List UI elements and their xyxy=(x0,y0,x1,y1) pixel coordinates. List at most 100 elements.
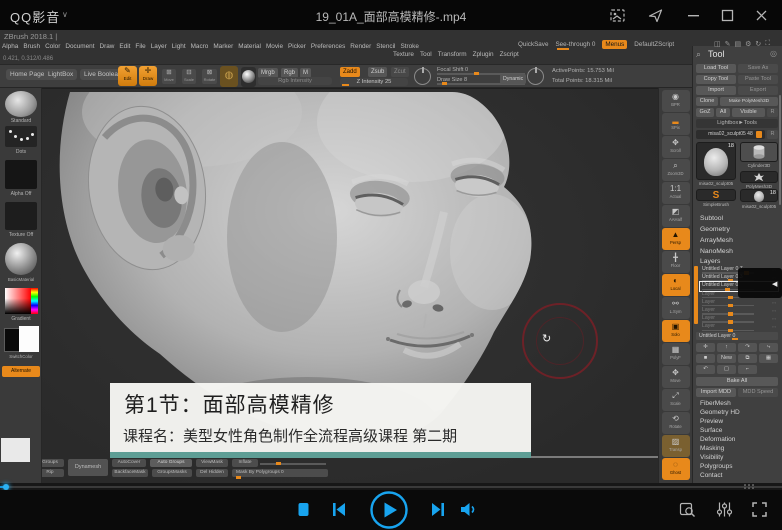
current-color-patch[interactable] xyxy=(1,438,30,462)
layer-action-button[interactable]: ↷ xyxy=(738,343,757,352)
move-button[interactable]: ⊞Move xyxy=(162,69,176,84)
menu-item[interactable]: Alpha xyxy=(2,43,18,50)
layer-action-button[interactable]: ⌐ xyxy=(738,365,757,374)
right-shelf-button[interactable]: ⌕ Zoom3D xyxy=(662,159,690,181)
material-picker[interactable] xyxy=(5,243,37,275)
load-tool-button[interactable]: Load Tool xyxy=(696,64,736,73)
goz-button[interactable]: GoZ xyxy=(696,108,714,117)
zbrush-titlebar-icon[interactable]: ✎ xyxy=(725,40,731,48)
tool-section-header[interactable]: Surface xyxy=(700,427,778,436)
right-shelf-button[interactable]: ◐ Local xyxy=(662,274,690,296)
menu-item[interactable]: Light xyxy=(172,43,186,50)
focal-dial-icon[interactable] xyxy=(414,68,431,85)
menus-button[interactable]: Menus xyxy=(602,40,627,49)
current-material-button[interactable] xyxy=(241,67,256,87)
menu-item[interactable]: Tool xyxy=(420,51,432,58)
dynamic-button[interactable]: Dynamic xyxy=(500,74,526,84)
zbrush-titlebar-icon[interactable]: ⚙ xyxy=(745,40,751,48)
color-picker[interactable] xyxy=(5,288,38,314)
menu-item[interactable]: Transform xyxy=(438,51,467,58)
alpha-picker[interactable] xyxy=(5,160,37,189)
previous-button[interactable] xyxy=(331,502,347,517)
tray-dynamesh-button[interactable]: Dynamesh xyxy=(68,459,108,476)
mdd-speed-slider[interactable]: MDD Speed xyxy=(738,388,778,397)
snapshot-icon[interactable] xyxy=(609,7,626,24)
see-through-slider[interactable]: See-through 0 xyxy=(555,41,595,48)
menu-item[interactable]: Material xyxy=(238,43,261,50)
tray-mask-by-polygroups-slider[interactable]: Mask By Polygroups 0 xyxy=(232,469,328,477)
stroke-picker[interactable] xyxy=(5,126,37,147)
seek-knob[interactable] xyxy=(3,484,9,490)
lightbox-tools-button[interactable]: Lightbox►Tools xyxy=(696,119,778,128)
chevron-down-icon[interactable]: ∨ xyxy=(62,10,68,19)
hue-strip[interactable] xyxy=(31,288,38,314)
layer-mode-icons[interactable]: ▫▫ xyxy=(772,300,777,305)
active-tool-slider[interactable]: misa02_sculpt05 48 xyxy=(696,130,765,139)
right-shelf-button[interactable]: ▣ Solo xyxy=(662,320,690,342)
panel-collapse-icon[interactable]: ◀ xyxy=(772,280,777,288)
seek-bar[interactable] xyxy=(0,483,782,490)
layer-row[interactable]: Layer ▫▫ xyxy=(700,307,778,315)
tray-del-hidden-button[interactable]: Del Hidden xyxy=(196,469,228,477)
menu-item[interactable]: Macro xyxy=(191,43,209,50)
zcut-button[interactable]: Zcut xyxy=(391,67,409,77)
tray-autocover-button[interactable]: AutoCover xyxy=(112,459,146,467)
layer-action-button[interactable]: ▢ xyxy=(717,365,736,374)
volume-button[interactable] xyxy=(459,501,478,518)
alternate-button[interactable]: Alternate xyxy=(2,366,40,377)
tray-groups-masks-button[interactable]: GroupsMasks xyxy=(152,469,192,477)
menu-item[interactable]: Zplugin xyxy=(473,51,494,58)
tray-viewmask-button[interactable]: ViewMask xyxy=(196,459,228,467)
menu-item[interactable]: Movie xyxy=(266,43,283,50)
default-zscript-button[interactable]: DefaultZScript xyxy=(634,41,674,48)
import-button[interactable]: Import xyxy=(696,86,736,95)
layer-mode-icons[interactable]: ▫▫ xyxy=(772,316,777,321)
right-shelf-button[interactable]: ⤢ Scale xyxy=(662,389,690,411)
play-button[interactable] xyxy=(369,490,409,530)
tray-auto-groups-button[interactable]: Auto Groups xyxy=(150,459,192,467)
stop-button[interactable] xyxy=(296,502,311,517)
right-shelf-button[interactable]: ⟲ Rotate xyxy=(662,412,690,434)
right-shelf-button[interactable]: ▂ SPix xyxy=(662,113,690,135)
cylinder3d-thumbnail[interactable] xyxy=(740,142,778,162)
tool-section-header[interactable]: Geometry HD xyxy=(700,409,778,418)
z-intensity-slider[interactable]: Z Intensity 25 xyxy=(340,78,408,86)
right-shelf-button[interactable]: ▲ Persp xyxy=(662,228,690,250)
tool-section-header[interactable]: Preview xyxy=(700,418,778,427)
tool-section-header[interactable]: Deformation xyxy=(700,436,778,445)
draw-size-dial-icon[interactable] xyxy=(527,68,544,85)
menu-item[interactable]: Marker xyxy=(213,43,233,50)
playlist-handle-icon[interactable] xyxy=(744,484,758,489)
import-mdd-button[interactable]: Import MDD xyxy=(696,388,736,397)
tool-r-button[interactable]: R xyxy=(767,130,778,139)
layer-action-button[interactable]: ⤷ xyxy=(759,343,778,352)
capture-tool-icon[interactable] xyxy=(679,501,696,518)
edit-button[interactable]: ✎Edit xyxy=(118,66,137,86)
active-tool-thumbnail[interactable]: 18 xyxy=(696,142,736,180)
polymesh3d-thumbnail[interactable] xyxy=(740,171,778,183)
section-arraymesh[interactable]: ArrayMesh xyxy=(700,237,778,244)
layer-row[interactable]: Layer ▫▫ xyxy=(700,323,778,331)
layer-action-button[interactable]: New xyxy=(717,354,736,363)
maximize-icon[interactable] xyxy=(719,7,736,24)
search-icon[interactable]: ⌕ xyxy=(696,49,701,60)
bake-all-button[interactable]: Bake All xyxy=(696,377,778,386)
secondary-color-swatch[interactable] xyxy=(19,326,39,352)
menu-item[interactable]: Render xyxy=(350,43,371,50)
tool-section-header[interactable]: FiberMesh xyxy=(700,400,778,409)
panel-scrollbar[interactable] xyxy=(779,95,781,205)
layer-intensity-slider[interactable] xyxy=(702,330,754,332)
settings-sliders-icon[interactable] xyxy=(716,501,733,518)
layer-mode-icons[interactable]: ▫▫ xyxy=(772,324,777,329)
menu-item[interactable]: Zscript xyxy=(500,51,519,58)
layer-action-button[interactable]: ▦ xyxy=(759,354,778,363)
menu-item[interactable]: Document xyxy=(65,43,94,50)
tool-section-header[interactable]: Masking xyxy=(700,445,778,454)
next-button[interactable] xyxy=(430,502,446,517)
cast-icon[interactable] xyxy=(647,7,664,24)
visible-button[interactable]: Visible xyxy=(732,108,765,117)
save-as-button[interactable]: Save As xyxy=(738,64,778,73)
tray-inflate-slider[interactable]: Inflate xyxy=(232,459,258,467)
tray-backface-mask-button[interactable]: BackfaceMask xyxy=(112,469,148,477)
quicksave-button[interactable]: QuickSave xyxy=(518,41,548,48)
